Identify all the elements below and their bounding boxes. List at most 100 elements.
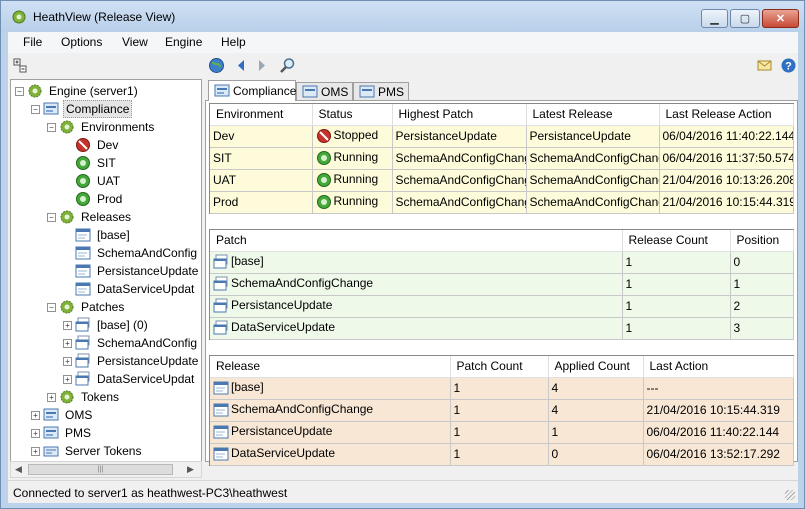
- tree-item-label: [base] (0): [97, 318, 148, 332]
- tree-item-label: Tokens: [81, 390, 120, 404]
- collapse-icon[interactable]: −: [15, 86, 24, 96]
- table-row[interactable]: DataServiceUpdate 1 0 06/04/2016 13:52:17.2…: [210, 443, 794, 466]
- collapse-icon[interactable]: −: [47, 122, 56, 132]
- title-bar[interactable]: HeathView (Release View) ▁ ▢ ✕: [1, 1, 804, 32]
- forward-icon[interactable]: [253, 57, 270, 74]
- table-row[interactable]: Dev Stopped PersistanceUpdate PersistanceUp…: [210, 125, 794, 148]
- column-header[interactable]: Patch: [210, 230, 623, 252]
- search-icon[interactable]: [279, 57, 296, 74]
- table-row[interactable]: SchemaAndConfigChange 1 1: [210, 273, 794, 296]
- column-header[interactable]: Position: [730, 230, 794, 252]
- help-icon[interactable]: ?: [780, 57, 797, 74]
- tab-compliance[interactable]: Compliance: [208, 80, 296, 101]
- tree-item[interactable]: SIT: [63, 154, 118, 172]
- tree-item[interactable]: Prod: [63, 190, 124, 208]
- tree-item-label: PMS: [65, 426, 92, 440]
- table-cell: Stopped: [312, 125, 393, 148]
- tree-item[interactable]: [base]: [63, 226, 132, 244]
- close-button[interactable]: ✕: [762, 9, 799, 28]
- tab-pms[interactable]: PMS: [353, 82, 409, 101]
- tree-item[interactable]: + SchemaAndConfig: [63, 334, 199, 352]
- tree-item[interactable]: + PersistanceUpdate: [63, 352, 200, 370]
- tab-oms[interactable]: OMS: [296, 82, 353, 101]
- column-header[interactable]: Highest Patch: [392, 104, 527, 126]
- tree-item[interactable]: − Releases: [47, 208, 133, 226]
- table-row[interactable]: [base] 1 4 ---: [210, 377, 794, 400]
- column-header[interactable]: Last Action: [643, 356, 794, 378]
- gear-icon: [59, 389, 75, 405]
- table-cell: 1: [548, 421, 644, 444]
- table-row[interactable]: DataServiceUpdate 1 3: [210, 317, 794, 340]
- scroll-thumb[interactable]: |||: [28, 464, 173, 475]
- maximize-button[interactable]: ▢: [730, 9, 760, 28]
- table-row[interactable]: UAT Running SchemaAndConfigChange SchemaAnd…: [210, 169, 794, 192]
- expand-icon[interactable]: +: [31, 410, 40, 420]
- main-window: HeathView (Release View) ▁ ▢ ✕ File Opti…: [0, 0, 805, 509]
- navigation-tree[interactable]: − Engine (server1) − Compliance − Environment…: [10, 79, 202, 468]
- tree-item[interactable]: − Compliance: [31, 100, 133, 118]
- collapse-icon[interactable]: −: [47, 302, 56, 312]
- minimize-button[interactable]: ▁: [701, 9, 728, 28]
- menu-engine[interactable]: Engine: [165, 35, 202, 49]
- tree-item[interactable]: + OMS: [31, 406, 94, 424]
- column-header[interactable]: Patch Count: [450, 356, 549, 378]
- email-icon[interactable]: [756, 57, 773, 74]
- table-row[interactable]: Prod Running SchemaAndConfigChange SchemaAn…: [210, 191, 794, 214]
- tree-item[interactable]: PersistanceUpdate: [63, 262, 200, 280]
- scroll-right-icon[interactable]: ▶: [187, 464, 194, 475]
- expand-icon[interactable]: +: [47, 392, 56, 402]
- expand-icon[interactable]: +: [63, 374, 72, 384]
- scroll-left-icon[interactable]: ◀: [15, 464, 22, 475]
- column-header[interactable]: Applied Count: [548, 356, 644, 378]
- tree-item[interactable]: − Engine (server1): [15, 82, 140, 100]
- environments-grid[interactable]: Environment Status Highest Patch Latest …: [209, 103, 794, 214]
- table-row[interactable]: PersistanceUpdate 1 1 06/04/2016 11:40:22.1…: [210, 421, 794, 444]
- tree-item-label: Prod: [97, 192, 123, 206]
- column-header[interactable]: Latest Release: [526, 104, 660, 126]
- globe-icon[interactable]: [208, 57, 225, 74]
- collapse-all-icon[interactable]: [13, 58, 28, 73]
- patch-icon: [213, 276, 229, 292]
- tree-item[interactable]: + [base] (0): [63, 316, 150, 334]
- table-row[interactable]: [base] 1 0: [210, 251, 794, 274]
- releases-grid[interactable]: Release Patch Count Applied Count Last A…: [209, 355, 794, 466]
- expand-icon[interactable]: +: [31, 446, 40, 456]
- tree-item[interactable]: SchemaAndConfig: [63, 244, 199, 262]
- column-header[interactable]: Release Count: [622, 230, 731, 252]
- tree-item[interactable]: + Tokens: [47, 388, 121, 406]
- expand-icon[interactable]: +: [63, 338, 72, 348]
- resize-grip[interactable]: [785, 490, 795, 500]
- tree-item[interactable]: UAT: [63, 172, 122, 190]
- table-row[interactable]: PersistanceUpdate 1 2: [210, 295, 794, 318]
- patch-icon: [75, 371, 91, 387]
- tree-item[interactable]: − Patches: [47, 298, 126, 316]
- menu-help[interactable]: Help: [221, 35, 246, 49]
- tab-label: PMS: [378, 85, 405, 99]
- table-row[interactable]: SIT Running SchemaAndConfigChange SchemaAnd…: [210, 147, 794, 170]
- table-row[interactable]: SchemaAndConfigChange 1 4 21/04/2016 10:15:…: [210, 399, 794, 422]
- collapse-icon[interactable]: −: [31, 104, 40, 114]
- expand-icon[interactable]: +: [63, 356, 72, 366]
- table-cell: 1: [450, 377, 549, 400]
- menu-options[interactable]: Options: [61, 35, 102, 49]
- tree-item[interactable]: Dev: [63, 136, 120, 154]
- menu-view[interactable]: View: [122, 35, 148, 49]
- column-header[interactable]: Last Release Action: [659, 104, 794, 126]
- column-header[interactable]: Environment: [210, 104, 313, 126]
- patches-grid[interactable]: Patch Release Count Position [base] 1 0 Sch…: [209, 229, 794, 340]
- table-cell: 1: [450, 443, 549, 466]
- tree-horizontal-scrollbar[interactable]: ◀ ||| ▶: [10, 461, 202, 478]
- column-header[interactable]: Release: [210, 356, 451, 378]
- tree-item[interactable]: + Server Tokens: [31, 442, 143, 460]
- collapse-icon[interactable]: −: [47, 212, 56, 222]
- expand-icon[interactable]: +: [31, 428, 40, 438]
- tree-item[interactable]: + PMS: [31, 424, 93, 442]
- tree-item-label: [base]: [97, 228, 130, 242]
- tree-item[interactable]: DataServiceUpdat: [63, 280, 196, 298]
- expand-icon[interactable]: +: [63, 320, 72, 330]
- tree-item[interactable]: − Environments: [47, 118, 156, 136]
- tree-item[interactable]: + DataServiceUpdat: [63, 370, 196, 388]
- menu-file[interactable]: File: [23, 35, 42, 49]
- column-header[interactable]: Status: [312, 104, 393, 126]
- back-icon[interactable]: [233, 57, 250, 74]
